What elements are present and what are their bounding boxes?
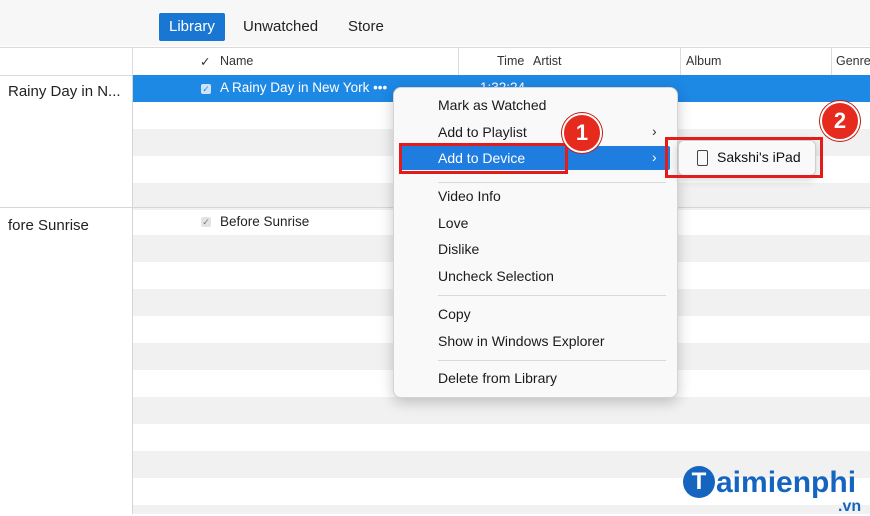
checkbox[interactable]: ✓: [201, 84, 211, 94]
column-check[interactable]: ✓: [200, 54, 210, 69]
track-name: A Rainy Day in New York •••: [220, 80, 388, 95]
video-list: Rainy Day in N... fore Sunrise: [0, 75, 133, 514]
tab-store[interactable]: Store: [336, 13, 396, 41]
column-time[interactable]: Time: [497, 54, 524, 68]
chevron-right-icon: ›: [652, 123, 657, 139]
menu-separator: [438, 182, 666, 183]
menu-separator: [438, 295, 666, 296]
column-artist[interactable]: Artist: [533, 54, 561, 68]
highlight-box-device: [665, 137, 823, 178]
track-name: Before Sunrise: [220, 214, 310, 229]
table-row[interactable]: [133, 505, 870, 514]
table-row[interactable]: [133, 424, 870, 451]
step-badge-2: 2: [820, 101, 860, 141]
column-genre[interactable]: Genre: [836, 54, 870, 68]
menu-item-add-to-playlist[interactable]: Add to Playlist: [438, 124, 527, 140]
menu-item-mark-as-watched[interactable]: Mark as Watched: [438, 97, 546, 113]
menu-item-show-in-explorer[interactable]: Show in Windows Explorer: [438, 333, 605, 349]
column-header: ✓ Name Time Artist Album Genre: [0, 47, 870, 76]
column-divider: [680, 48, 681, 75]
menu-item-uncheck-selection[interactable]: Uncheck Selection: [438, 268, 554, 284]
column-divider: [458, 48, 459, 75]
menu-item-video-info[interactable]: Video Info: [438, 188, 501, 204]
tab-library[interactable]: Library: [159, 13, 225, 41]
context-menu: Mark as Watched Add to Playlist › Add to…: [393, 87, 678, 398]
chevron-right-icon: ›: [652, 149, 657, 165]
menu-item-delete-from-library[interactable]: Delete from Library: [438, 370, 557, 386]
tab-unwatched[interactable]: Unwatched: [231, 13, 330, 41]
watermark-text: aimienphi: [716, 466, 857, 499]
column-divider: [831, 48, 832, 75]
video-item[interactable]: fore Sunrise: [8, 217, 89, 234]
column-name[interactable]: Name: [220, 54, 253, 68]
menu-item-love[interactable]: Love: [438, 215, 468, 231]
logo-letter: T: [683, 466, 715, 498]
table-row[interactable]: [133, 397, 870, 424]
column-divider: [132, 48, 133, 75]
menu-separator: [438, 360, 666, 361]
video-item[interactable]: Rainy Day in N...: [8, 83, 121, 100]
checkbox[interactable]: ✓: [201, 217, 211, 227]
column-album[interactable]: Album: [686, 54, 721, 68]
menu-item-copy[interactable]: Copy: [438, 306, 471, 322]
step-badge-1: 1: [562, 113, 602, 153]
watermark-logo: Taimienphi: [683, 466, 856, 500]
highlight-box-add-to-device: [399, 143, 568, 174]
tab-strip: Library Unwatched Store: [0, 0, 870, 46]
watermark-suffix: .vn: [838, 498, 862, 515]
menu-item-dislike[interactable]: Dislike: [438, 241, 479, 257]
